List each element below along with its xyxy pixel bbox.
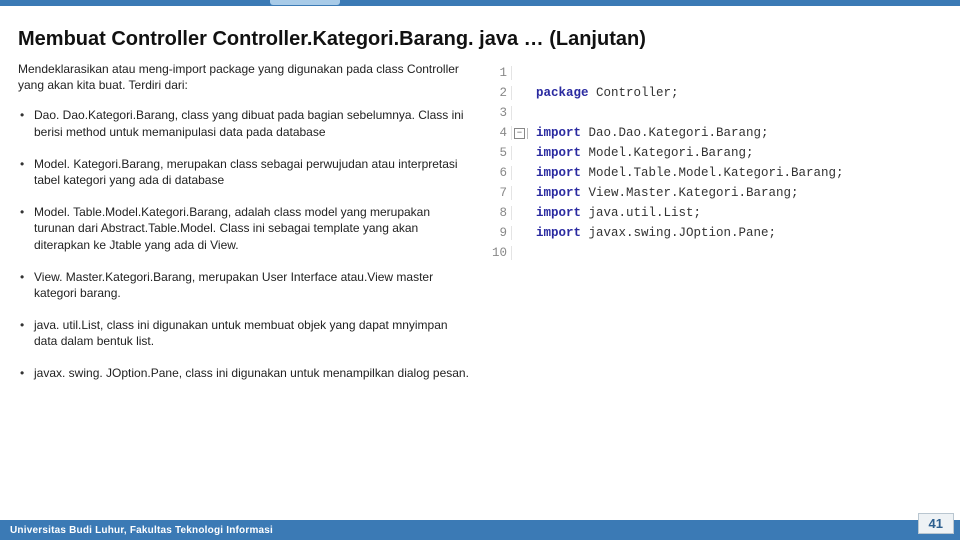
intro-text: Mendeklarasikan atau meng-import package… <box>18 61 470 93</box>
line-number: 3 <box>488 106 512 120</box>
code-src: package Controller; <box>528 86 679 100</box>
code-line: 3 <box>488 103 942 123</box>
line-number: 1 <box>488 66 512 80</box>
code-line: 4 import Dao.Dao.Kategori.Barang; <box>488 123 942 143</box>
list-item: Dao. Dao.Kategori.Barang, class yang dib… <box>18 107 470 139</box>
list-item: View. Master.Kategori.Barang, merupakan … <box>18 269 470 301</box>
code-src: import javax.swing.JOption.Pane; <box>528 226 776 240</box>
line-number: 4 <box>488 126 512 140</box>
line-number: 5 <box>488 146 512 160</box>
left-column: Mendeklarasikan atau meng-import package… <box>18 61 488 398</box>
line-number: 9 <box>488 226 512 240</box>
footer-bar: Universitas Budi Luhur, Fakultas Teknolo… <box>0 520 960 540</box>
code-src: import View.Master.Kategori.Barang; <box>528 186 799 200</box>
code-line: 1 <box>488 63 942 83</box>
list-item: Model. Kategori.Barang, merupakan class … <box>18 156 470 188</box>
code-block: 1 2 package Controller; 3 4 import Dao.D… <box>488 63 942 263</box>
code-line: 8 import java.util.List; <box>488 203 942 223</box>
code-src: import java.util.List; <box>528 206 701 220</box>
footer-text: Universitas Budi Luhur, Fakultas Teknolo… <box>10 525 273 536</box>
code-line: 9 import javax.swing.JOption.Pane; <box>488 223 942 243</box>
bullet-list: Dao. Dao.Kategori.Barang, class yang dib… <box>18 107 470 381</box>
code-panel: 1 2 package Controller; 3 4 import Dao.D… <box>488 61 942 398</box>
code-src: import Model.Table.Model.Kategori.Barang… <box>528 166 844 180</box>
slide-title: Membuat Controller Controller.Kategori.B… <box>0 6 960 61</box>
top-tab-marker <box>270 0 340 5</box>
line-number: 7 <box>488 186 512 200</box>
fold-toggle-icon[interactable] <box>512 128 528 139</box>
code-line: 2 package Controller; <box>488 83 942 103</box>
page-number: 41 <box>918 513 954 534</box>
code-line: 6 import Model.Table.Model.Kategori.Bara… <box>488 163 942 183</box>
list-item: Model. Table.Model.Kategori.Barang, adal… <box>18 204 470 253</box>
line-number: 2 <box>488 86 512 100</box>
code-line: 5 import Model.Kategori.Barang; <box>488 143 942 163</box>
line-number: 8 <box>488 206 512 220</box>
line-number: 10 <box>488 246 512 260</box>
code-src: import Dao.Dao.Kategori.Barang; <box>528 126 769 140</box>
code-line: 10 <box>488 243 942 263</box>
line-number: 6 <box>488 166 512 180</box>
code-line: 7 import View.Master.Kategori.Barang; <box>488 183 942 203</box>
code-src: import Model.Kategori.Barang; <box>528 146 754 160</box>
list-item: java. util.List, class ini digunakan unt… <box>18 317 470 349</box>
list-item: javax. swing. JOption.Pane, class ini di… <box>18 365 470 381</box>
content-area: Mendeklarasikan atau meng-import package… <box>0 61 960 398</box>
